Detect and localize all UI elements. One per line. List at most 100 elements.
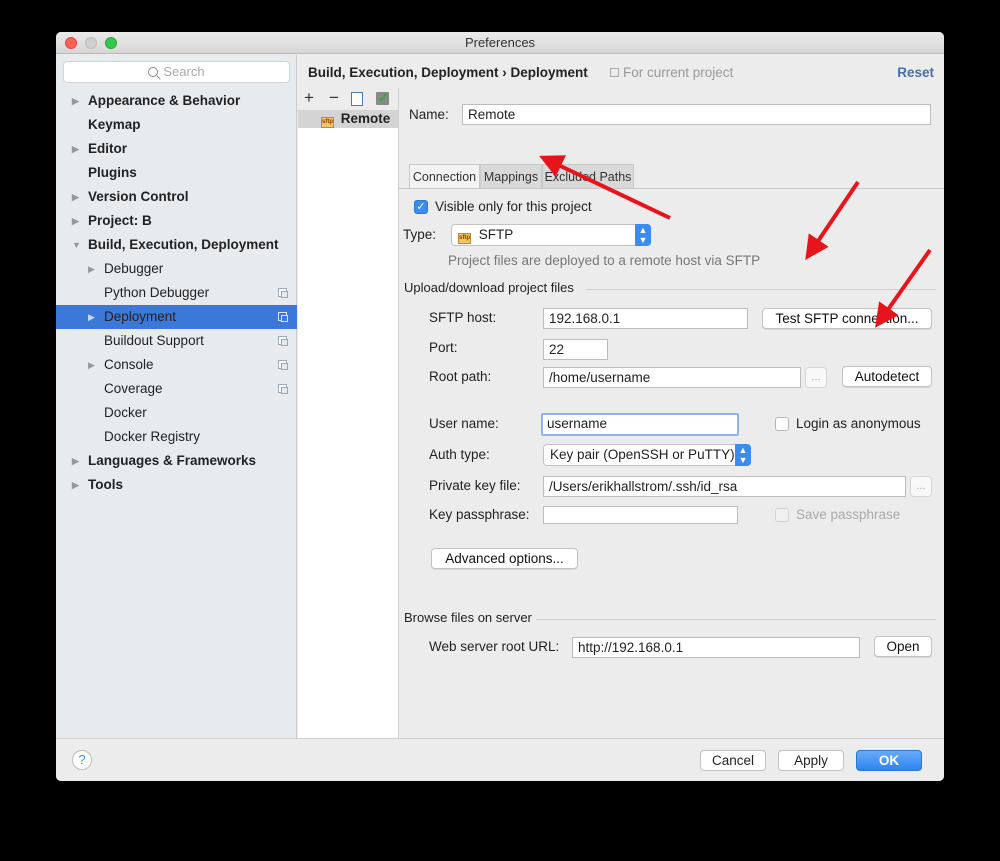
- sidebar-item-build-execution-deployment[interactable]: ▼ Build, Execution, Deployment: [56, 233, 297, 257]
- sidebar-item-deployment[interactable]: ▶ Deployment: [56, 305, 297, 329]
- sidebar-item-debugger[interactable]: ▶ Debugger: [56, 257, 297, 281]
- project-scope-icon: [278, 336, 288, 346]
- project-scope-icon: [610, 68, 619, 77]
- sidebar-item-keymap[interactable]: Keymap: [56, 113, 297, 137]
- user-name-label: User name:: [429, 416, 499, 431]
- tab-divider: [399, 188, 944, 189]
- passphrase-input[interactable]: [543, 506, 738, 524]
- visible-only-checkbox[interactable]: ✓: [414, 200, 428, 214]
- type-value: SFTP: [478, 227, 514, 242]
- sidebar-item-label: Plugins: [88, 165, 137, 180]
- dropdown-stepper-icon[interactable]: ▲ ▼: [735, 444, 751, 466]
- apply-button[interactable]: Apply: [778, 750, 844, 771]
- default-server-icon[interactable]: ✓: [376, 90, 389, 105]
- web-root-label: Web server root URL:: [429, 639, 560, 654]
- auth-type-select[interactable]: Key pair (OpenSSH or PuTTY) ▲ ▼: [543, 444, 751, 466]
- login-anonymous-checkbox[interactable]: [775, 417, 789, 431]
- sidebar-item-version-control[interactable]: ▶ Version Control: [56, 185, 297, 209]
- sidebar-item-console[interactable]: ▶ Console: [56, 353, 297, 377]
- section-divider: [586, 289, 936, 290]
- search-icon: [148, 67, 159, 77]
- minimize-window-button[interactable]: [85, 37, 97, 49]
- sidebar-item-docker-registry[interactable]: Docker Registry: [56, 425, 297, 449]
- root-path-input[interactable]: /home/username: [543, 367, 801, 388]
- name-input[interactable]: Remote: [462, 104, 931, 125]
- sftp-host-label: SFTP host:: [429, 310, 497, 325]
- expand-arrow-icon[interactable]: ▶: [88, 257, 95, 281]
- tab-connection[interactable]: Connection: [409, 164, 480, 188]
- sidebar-item-label: Console: [104, 357, 154, 372]
- preferences-window: Preferences Search ▶ Appearance & Behavio…: [56, 32, 944, 781]
- port-label: Port:: [429, 340, 458, 355]
- visible-only-label: Visible only for this project: [435, 199, 592, 214]
- private-key-input[interactable]: /Users/erikhallstrom/.ssh/id_rsa: [543, 476, 906, 497]
- sftp-host-input[interactable]: 192.168.0.1: [543, 308, 748, 329]
- save-passphrase-checkbox[interactable]: [775, 508, 789, 522]
- tab-excluded-paths[interactable]: Excluded Paths: [542, 164, 634, 188]
- project-scope-icon: [278, 360, 288, 370]
- sidebar-item-label: Coverage: [104, 381, 163, 396]
- sidebar-item-languages-frameworks[interactable]: ▶ Languages & Frameworks: [56, 449, 297, 473]
- server-name: Remote: [340, 111, 391, 126]
- expand-arrow-icon[interactable]: ▶: [88, 305, 95, 329]
- scope-note: For current project: [610, 65, 733, 80]
- test-sftp-connection-button[interactable]: Test SFTP connection...: [762, 308, 932, 329]
- type-label: Type:: [403, 227, 437, 242]
- sidebar-item-appearance-behavior[interactable]: ▶ Appearance & Behavior: [56, 89, 297, 113]
- sidebar-item-tools[interactable]: ▶ Tools: [56, 473, 297, 497]
- tab-mappings[interactable]: Mappings: [480, 164, 542, 188]
- server-list-item[interactable]: sftp Remote: [298, 110, 398, 128]
- open-button[interactable]: Open: [874, 636, 932, 657]
- autodetect-button[interactable]: Autodetect: [842, 366, 932, 387]
- sidebar-item-label: Python Debugger: [104, 285, 210, 300]
- settings-sidebar: Search ▶ Appearance & Behavior Keymap ▶ Ed…: [56, 55, 297, 738]
- close-window-button[interactable]: [65, 37, 77, 49]
- sidebar-item-python-debugger[interactable]: Python Debugger: [56, 281, 297, 305]
- user-name-input[interactable]: username: [541, 413, 739, 436]
- add-server-button[interactable]: +: [304, 88, 314, 108]
- sidebar-item-docker[interactable]: Docker: [56, 401, 297, 425]
- project-scope-icon: [278, 384, 288, 394]
- expand-arrow-icon[interactable]: ▶: [88, 353, 95, 377]
- sidebar-item-label: Appearance & Behavior: [88, 93, 241, 108]
- sidebar-item-coverage[interactable]: Coverage: [56, 377, 297, 401]
- type-select[interactable]: sftp SFTP ▲ ▼: [451, 224, 651, 246]
- dropdown-stepper-icon[interactable]: ▲ ▼: [635, 224, 651, 246]
- server-config-panel: Name: Remote Connection Mappings Exclude…: [399, 88, 944, 738]
- help-button[interactable]: ?: [72, 750, 92, 770]
- settings-tree: ▶ Appearance & Behavior Keymap ▶ Editor Pl…: [56, 89, 297, 497]
- advanced-options-button[interactable]: Advanced options...: [431, 548, 578, 569]
- expand-arrow-icon[interactable]: ▶: [72, 473, 79, 497]
- browse-root-path-button[interactable]: ...: [805, 367, 827, 388]
- sftp-icon: sftp: [321, 117, 334, 128]
- upload-section-title: Upload/download project files: [404, 280, 574, 295]
- section-divider: [536, 619, 936, 620]
- port-input[interactable]: 22: [543, 339, 608, 360]
- expand-arrow-icon[interactable]: ▶: [72, 137, 79, 161]
- private-key-label: Private key file:: [429, 478, 521, 493]
- ok-button[interactable]: OK: [856, 750, 922, 771]
- search-input[interactable]: Search: [63, 61, 290, 83]
- breadcrumb: Build, Execution, Deployment › Deploymen…: [308, 65, 588, 80]
- web-root-input[interactable]: http://192.168.0.1: [572, 637, 860, 658]
- expand-arrow-icon[interactable]: ▶: [72, 449, 79, 473]
- reset-link[interactable]: Reset: [897, 65, 934, 80]
- sidebar-item-project[interactable]: ▶ Project: B: [56, 209, 297, 233]
- maximize-window-button[interactable]: [105, 37, 117, 49]
- sidebar-item-editor[interactable]: ▶ Editor: [56, 137, 297, 161]
- browse-private-key-button[interactable]: ...: [910, 476, 932, 497]
- expand-arrow-icon[interactable]: ▶: [72, 89, 79, 113]
- sidebar-item-buildout-support[interactable]: Buildout Support: [56, 329, 297, 353]
- copy-server-icon[interactable]: [351, 92, 363, 106]
- save-passphrase-label: Save passphrase: [796, 507, 901, 522]
- sidebar-item-label: Buildout Support: [104, 333, 204, 348]
- expand-arrow-icon[interactable]: ▶: [72, 185, 79, 209]
- collapse-arrow-icon[interactable]: ▼: [72, 233, 81, 257]
- cancel-button[interactable]: Cancel: [700, 750, 766, 771]
- expand-arrow-icon[interactable]: ▶: [72, 209, 79, 233]
- sidebar-item-plugins[interactable]: Plugins: [56, 161, 297, 185]
- auth-type-value: Key pair (OpenSSH or PuTTY): [550, 447, 735, 462]
- sftp-icon: sftp: [458, 233, 471, 244]
- remove-server-button[interactable]: −: [329, 88, 339, 108]
- type-hint: Project files are deployed to a remote h…: [448, 253, 761, 268]
